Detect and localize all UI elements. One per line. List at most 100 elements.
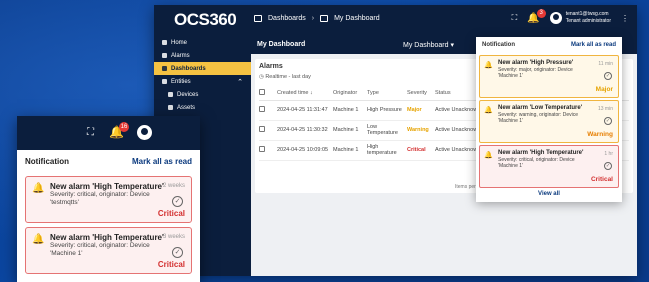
home-icon [162, 40, 167, 45]
bell-icon: 🔔 [484, 107, 493, 114]
row-checkbox[interactable] [259, 106, 265, 112]
row-checkbox[interactable] [259, 146, 265, 152]
notification-item-severity: Critical [157, 209, 185, 218]
notification-item-title: New alarm 'High Temperature' [498, 150, 584, 156]
sidebar-item-label: Entities [171, 78, 191, 85]
dashboard-select[interactable]: My Dashboard ▾ [403, 41, 454, 49]
notification-item[interactable]: 🔔 New alarm 'High Temperature' 3 weeks S… [25, 227, 192, 274]
notification-item-time: 11 min [598, 61, 613, 67]
row-select[interactable] [259, 120, 277, 141]
select-all-column[interactable] [259, 86, 277, 101]
notification-item-title: New alarm 'High Pressure' [498, 60, 574, 66]
bell-icon: 🔔 [32, 234, 45, 245]
chevron-up-icon: ⌃ [237, 78, 243, 86]
sidebar-item-devices[interactable]: Devices [154, 88, 251, 101]
cell-originator: Machine 1 [333, 140, 367, 161]
column-header[interactable]: Created time ↓ [277, 86, 333, 101]
notification-header: Notification Mark all as read [476, 37, 622, 53]
notification-item-time: 3 weeks [162, 234, 185, 240]
mark-read-icon[interactable]: ✓ [604, 162, 612, 170]
realtime-selector[interactable]: ◷ Realtime - last day [259, 74, 311, 80]
notification-item[interactable]: 🔔 New alarm 'High Temperature' 2 weeks S… [25, 176, 192, 223]
notification-item-time: 1 hr [604, 151, 613, 157]
sidebar-item-label: Home [171, 39, 188, 46]
cell-type: High temperature [367, 140, 407, 161]
cell-time: 2024-04-25 11:31:47 [277, 100, 333, 121]
mark-read-icon[interactable]: ✓ [604, 117, 612, 125]
mark-read-icon[interactable]: ✓ [172, 196, 183, 207]
notification-item-desc: Severity: warning, originator: Device 'M… [498, 112, 579, 124]
dashboard-icon [320, 15, 329, 22]
fullscreen-icon[interactable]: ⛶ [512, 13, 518, 23]
bell-icon: 🔔 [32, 183, 45, 194]
notification-item-desc: Severity: critical, originator: Device '… [50, 242, 150, 257]
user-info: tenant1@twsg.com Tenant administrator [566, 11, 611, 25]
app-logo[interactable]: OCS360 [174, 10, 237, 30]
cell-time: 2024-04-25 10:09:05 [277, 140, 333, 161]
notification-item-time: 13 min [597, 106, 613, 112]
sidebar-item-label: Devices [177, 91, 199, 98]
breadcrumb-dashboards[interactable]: Dashboards [268, 15, 306, 22]
breadcrumb-current: My Dashboard [334, 15, 380, 22]
row-checkbox[interactable] [259, 126, 265, 132]
notification-badge: 3 [536, 8, 546, 18]
user-email: tenant1@twsg.com [565, 11, 609, 17]
cell-severity: Warning [407, 120, 435, 141]
notification-item-title: New alarm 'High Temperature' [50, 233, 164, 242]
assets-icon [168, 105, 173, 110]
avatar[interactable] [137, 125, 152, 140]
cell-severity: Critical [407, 140, 435, 161]
cell-type: Low Temperature [367, 120, 407, 141]
items-per-page: Items per [455, 184, 476, 190]
notification-item-title: New alarm 'High Temperature' [50, 182, 164, 191]
sidebar-item-label: Assets [177, 104, 196, 111]
cell-time: 2024-04-25 11:30:32 [277, 120, 333, 141]
cell-originator: Machine 1 [333, 100, 367, 121]
dashboards-icon [162, 66, 167, 71]
inset-notification-header: Notification Mark all as read [17, 150, 200, 172]
sidebar-item-dashboards[interactable]: Dashboards [154, 62, 251, 75]
top-bar: OCS360 Dashboards › My Dashboard ⛶ 🔔 3 te… [154, 5, 637, 36]
column-header[interactable]: Originator [333, 86, 367, 101]
column-header[interactable]: Severity [407, 86, 435, 101]
sidebar-item-alarms[interactable]: Alarms [154, 49, 251, 62]
notification-item[interactable]: 🔔 New alarm 'High Pressure' 11 min Sever… [479, 55, 619, 98]
cell-type: High Pressure [367, 100, 407, 121]
sidebar-item-label: Dashboards [171, 65, 206, 72]
realtime-label: Realtime - last day [265, 74, 311, 80]
topbar-right: ⛶ 🔔 3 tenant1@twsg.com Tenant administrat… [512, 8, 629, 25]
column-header[interactable]: Type [367, 86, 407, 101]
notification-item[interactable]: 🔔 New alarm 'Low Temperature' 13 min Sev… [479, 100, 619, 143]
fullscreen-icon[interactable]: ⛶ [87, 127, 94, 138]
notification-item-severity: Major [595, 86, 613, 93]
mark-read-icon[interactable]: ✓ [604, 72, 612, 80]
bell-icon: 🔔 [484, 152, 493, 159]
notification-title: Notification [25, 156, 69, 166]
select-all-checkbox[interactable] [259, 88, 265, 95]
notification-item[interactable]: 🔔 New alarm 'High Temperature' 1 hr Seve… [479, 145, 619, 188]
entities-icon [162, 79, 167, 84]
notification-badge: 16 [119, 122, 129, 132]
zoomed-notification-panel: ⛶ 🔔 16 Notification Mark all as read 🔔 N… [17, 116, 200, 282]
notification-bell-icon[interactable]: 🔔 3 [527, 8, 546, 24]
mark-all-read-button[interactable]: Mark all as read [571, 42, 616, 48]
sidebar-item-assets[interactable]: Assets [154, 101, 251, 114]
mark-read-icon[interactable]: ✓ [172, 247, 183, 258]
dashboards-icon [254, 15, 262, 22]
user-menu[interactable]: tenant1@twsg.com Tenant administrator [549, 11, 611, 25]
mark-all-read-button[interactable]: Mark all as read [132, 157, 192, 166]
notification-item-severity: Critical [590, 176, 613, 183]
cell-severity: Major [407, 100, 435, 121]
notification-panel: Notification Mark all as read 🔔 New alar… [476, 37, 622, 202]
row-select[interactable] [259, 100, 277, 121]
sidebar-item-home[interactable]: Home [154, 36, 251, 49]
dashboard-title: My Dashboard [257, 41, 306, 48]
notification-item-title: New alarm 'Low Temperature' [498, 105, 583, 111]
notification-item-desc: Severity: critical, originator: Device '… [50, 191, 150, 206]
row-select[interactable] [259, 140, 277, 161]
view-all-button[interactable]: View all [476, 191, 622, 197]
avatar [549, 12, 562, 24]
more-menu-icon[interactable]: ⋮ [621, 14, 629, 23]
sidebar-item-label: Alarms [171, 52, 190, 59]
sidebar-item-entities[interactable]: Entities ⌃ [154, 75, 251, 88]
